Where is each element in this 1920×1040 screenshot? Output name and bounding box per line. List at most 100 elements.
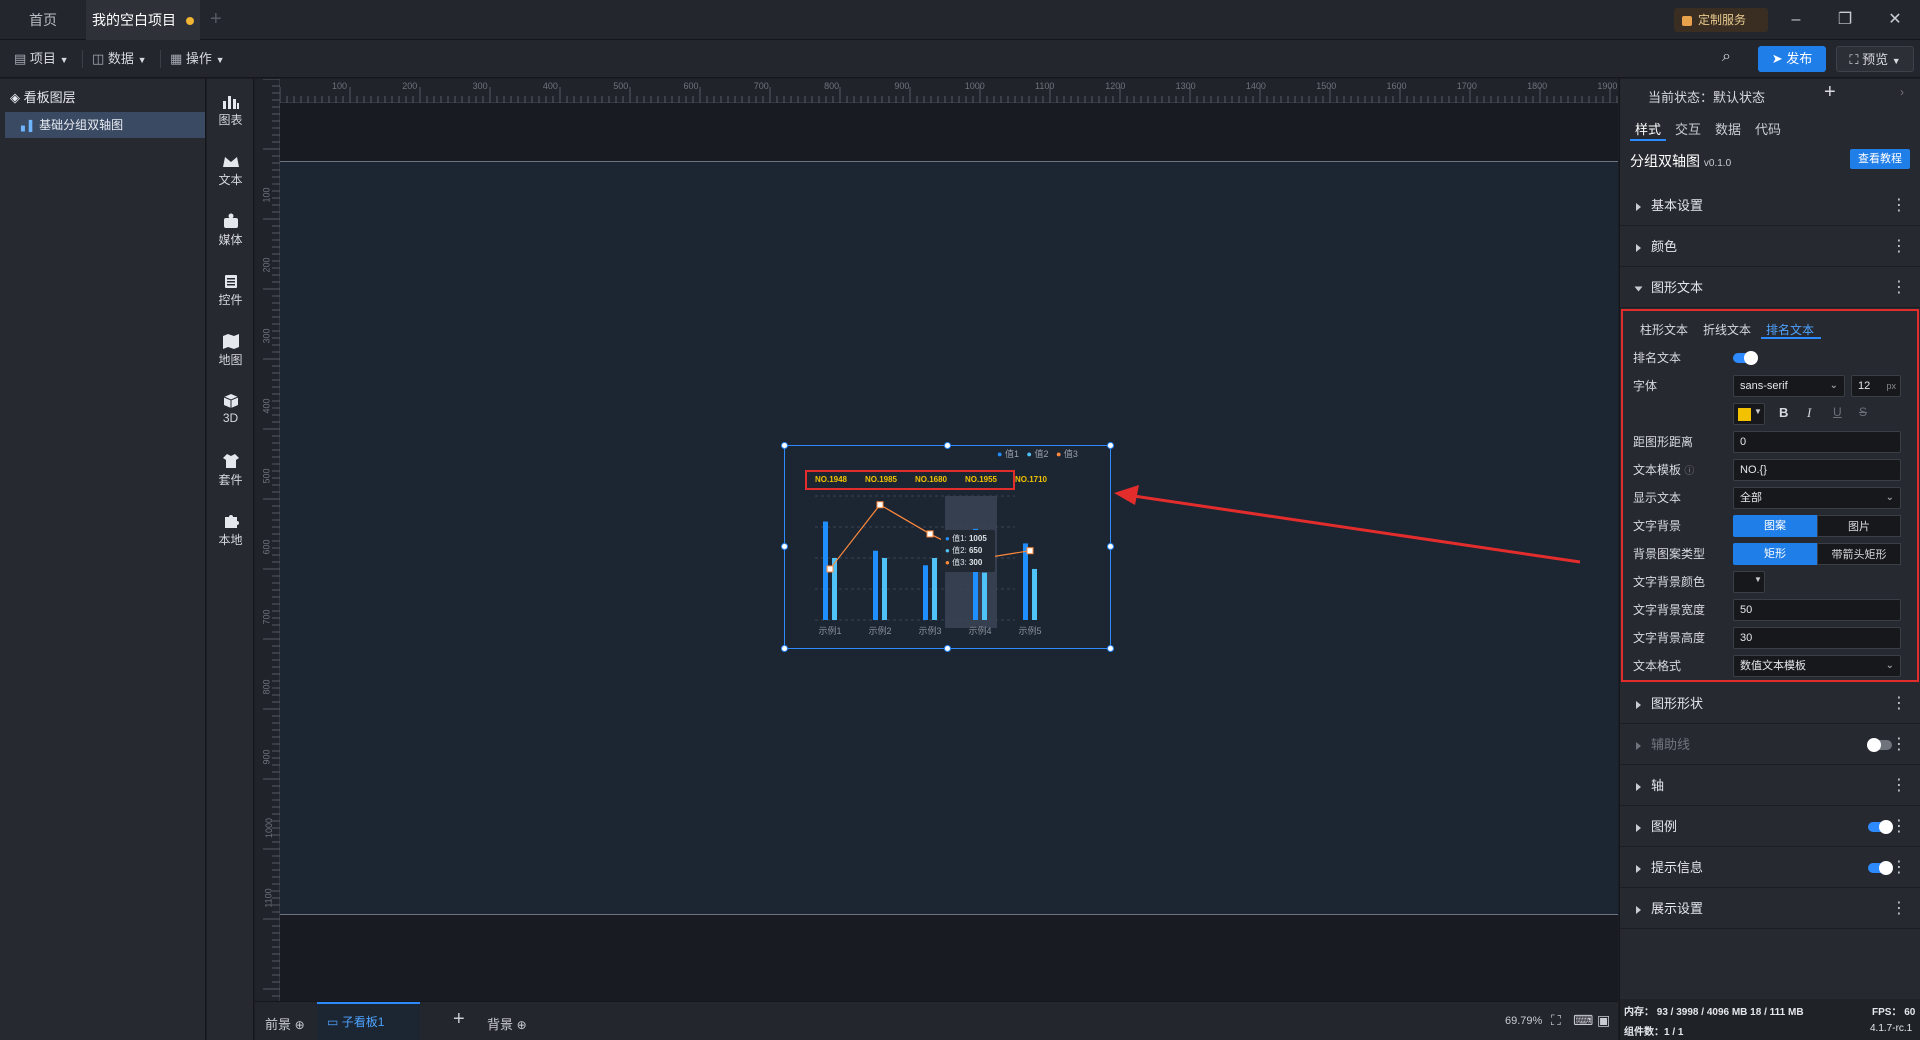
publish-button[interactable]: ➤ 发布 [1758,46,1826,72]
more-icon[interactable]: ⋮ [1891,766,1907,806]
tab-style[interactable]: 样式 [1635,119,1661,138]
fps-status: FPS： 60 [1872,1007,1916,1018]
bold-icon[interactable]: B [1779,405,1788,420]
tool-map[interactable]: 地图 [207,327,254,379]
board-tabs-bar: 前景 ⊕ ▭ 子看板1 + 背景 ⊕ 69.79% ⛶ ⌨ ▣ [255,1001,1618,1040]
tab-background[interactable]: 背景 ⊕ [487,1014,527,1033]
bg-option-pattern[interactable]: 图案 [1733,515,1817,537]
bg-color-picker[interactable]: ▼ [1733,571,1765,593]
tab-home[interactable]: 首页 [0,0,86,40]
layer-item[interactable]: ▖▌ 基础分组双轴图 [5,112,205,138]
caret-down-icon: ▼ [1754,575,1762,584]
add-state-icon[interactable]: + [1824,81,1836,104]
color-swatch [1738,408,1751,421]
template-input[interactable]: NO.{} [1733,459,1901,481]
add-circle-icon[interactable]: ⊕ [517,1018,527,1032]
more-icon[interactable]: ⋮ [1891,807,1907,847]
terminal-icon[interactable]: ▣ [1597,1012,1610,1029]
caret-down-icon: ▼ [1754,407,1762,416]
tab-data[interactable]: 数据 [1715,119,1741,138]
section-axis[interactable]: 轴 ⋮ [1620,766,1920,806]
tooltip-toggle[interactable] [1868,861,1893,875]
more-icon[interactable]: ⋮ [1891,227,1907,267]
bg-width-input[interactable]: 50 [1733,599,1901,621]
more-icon[interactable]: ⋮ [1891,186,1907,226]
help-icon[interactable]: ⓘ [1684,466,1694,477]
tab-interact[interactable]: 交互 [1675,119,1701,138]
new-tab-icon[interactable]: + [210,0,222,40]
section-basic[interactable]: 基本设置 ⋮ [1620,186,1920,226]
zoom-level[interactable]: 69.79% [1505,1015,1542,1027]
tool-3d[interactable]: 3D [207,387,254,439]
tutorial-button[interactable]: 查看教程 [1850,149,1910,169]
more-icon[interactable]: ⋮ [1891,848,1907,888]
row-bg-width: 文字背景宽度 50 [1633,597,1913,623]
more-icon[interactable]: ⋮ [1891,889,1907,929]
caret-right-icon [1636,823,1641,832]
subtab-line-text[interactable]: 折线文本 [1703,321,1751,338]
add-board-icon[interactable]: + [453,1008,465,1031]
section-shape[interactable]: 图形形状 ⋮ [1620,684,1920,724]
caret-right-icon [1636,864,1641,873]
menu-operate[interactable]: ▦ 操作 ▼ [170,48,224,70]
section-color[interactable]: 颜色 ⋮ [1620,227,1920,267]
text-color-picker[interactable]: ▼ [1733,403,1765,425]
custom-service-button[interactable]: 定制服务 [1674,8,1768,32]
menu-data[interactable]: ◫ 数据 ▼ [92,48,146,70]
guide-toggle[interactable] [1867,738,1892,752]
section-guide[interactable]: 辅助线 ⋮ [1620,725,1920,765]
pattern-option-rect[interactable]: 矩形 [1733,543,1817,565]
section-shape-text[interactable]: 图形文本 ⋮ [1620,268,1920,308]
more-icon[interactable]: ⋮ [1891,684,1907,724]
caret-right-icon [1636,202,1641,211]
font-size-input[interactable]: 12 px [1851,375,1901,397]
more-icon[interactable]: ⋮ [1891,725,1907,765]
tool-control[interactable]: 控件 [207,267,254,319]
fit-screen-icon[interactable]: ⛶ [1551,1012,1561,1029]
bg-height-input[interactable]: 30 [1733,627,1901,649]
tool-text[interactable]: 文本 [207,147,254,199]
italic-icon[interactable]: I [1807,405,1811,421]
menu-project[interactable]: ▤ 项目 ▼ [14,48,68,70]
tab-project[interactable]: 我的空白项目 [86,0,200,40]
tool-local[interactable]: 本地 [207,507,254,559]
chevron-right-icon[interactable]: › [1900,85,1904,99]
section-display[interactable]: 展示设置 ⋮ [1620,889,1920,929]
section-tooltip[interactable]: 提示信息 ⋮ [1620,848,1920,888]
canvas-area[interactable]: 100 200 300 400 500 600 700 800 900 1000 1100 1200 1… [255,79,1618,1001]
section-legend[interactable]: 图例 ⋮ [1620,807,1920,847]
minimize-icon[interactable]: – [1773,0,1819,40]
tab-foreground[interactable]: 前景 ⊕ [265,1014,305,1033]
tool-media[interactable]: 媒体 [207,207,254,259]
grid-icon: ▦ [170,51,183,66]
text-format-select[interactable]: 数值文本模板 ⌄ [1733,655,1901,677]
search-icon[interactable]: ⌕ [1722,48,1731,66]
tab-subboard[interactable]: ▭ 子看板1 [317,1002,420,1040]
active-tab-indicator [1630,139,1666,141]
strikethrough-icon[interactable]: S [1859,405,1867,419]
row-distance: 距图形距离 0 [1633,429,1913,455]
chevron-down-icon: ▼ [215,55,225,65]
active-subtab-indicator [1761,337,1821,339]
bg-option-image[interactable]: 图片 [1817,515,1901,537]
crown-icon [222,157,239,167]
tool-chart[interactable]: 图表 [207,87,254,139]
distance-input[interactable]: 0 [1733,431,1901,453]
close-icon[interactable]: ✕ [1872,0,1918,40]
keyboard-icon[interactable]: ⌨ [1573,1012,1593,1029]
tab-code[interactable]: 代码 [1755,119,1781,138]
tool-kit[interactable]: 套件 [207,447,254,499]
restore-icon[interactable]: ❐ [1822,0,1868,40]
rank-text-toggle[interactable] [1733,351,1758,365]
legend-toggle[interactable] [1868,820,1893,834]
subtab-bar-text[interactable]: 柱形文本 [1640,321,1688,338]
preview-button[interactable]: ⛶ 预览 ▼ [1836,46,1914,72]
more-icon[interactable]: ⋮ [1891,268,1907,308]
add-circle-icon[interactable]: ⊕ [295,1018,305,1032]
display-text-select[interactable]: 全部 ⌄ [1733,487,1901,509]
subtab-rank-text[interactable]: 排名文本 [1766,321,1814,338]
layers-header: ◈ 看板图层 [10,90,76,105]
underline-icon[interactable]: U [1833,405,1842,419]
font-family-select[interactable]: sans-serif ⌄ [1733,375,1845,397]
pattern-option-arrow-rect[interactable]: 带箭头矩形 [1817,543,1901,565]
